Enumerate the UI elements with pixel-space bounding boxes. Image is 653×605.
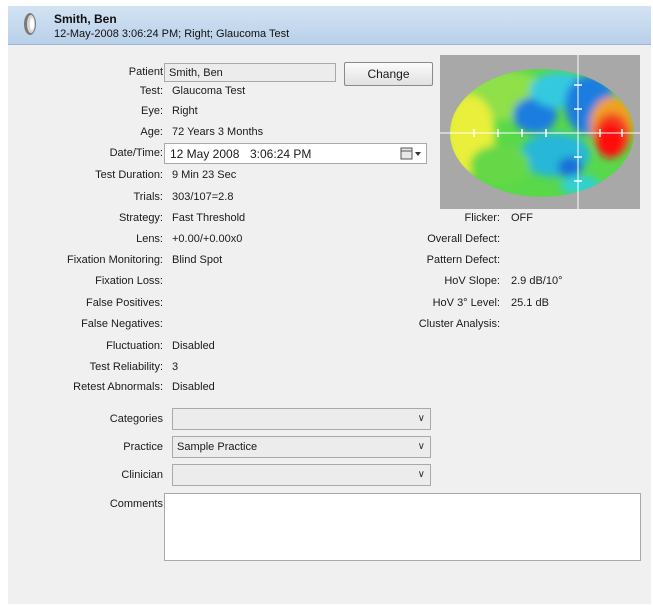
false-positives-label: False Positives: <box>85 297 163 309</box>
eye-value: Right <box>172 105 198 117</box>
practice-label: Practice <box>123 441 163 453</box>
age-label: Age: <box>140 126 163 138</box>
change-button[interactable]: Change <box>344 62 433 86</box>
visual-field-heatmap <box>440 55 640 209</box>
test-duration-value: 9 Min 23 Sec <box>172 169 237 181</box>
strategy-value: Fast Threshold <box>172 212 246 224</box>
eye-label: Eye: <box>140 105 163 117</box>
false-negatives-label: False Negatives: <box>81 318 163 330</box>
comments-label: Comments <box>109 498 163 510</box>
flicker-label: Flicker: <box>464 212 500 224</box>
patient-field: Smith, Ben <box>164 63 336 82</box>
test-summary: 12-May-2008 3:06:24 PM; Right; Glaucoma … <box>54 28 290 40</box>
cluster-analysis-label: Cluster Analysis: <box>418 318 500 330</box>
datetime-time: 3:06:24 PM <box>250 147 312 161</box>
categories-label: Categories <box>109 413 163 425</box>
hov-slope-label: HoV Slope: <box>444 275 500 287</box>
patient-name-title: Smith, Ben <box>54 12 117 26</box>
chevron-down-icon: ∨ <box>417 441 425 452</box>
pattern-defect-label: Pattern Defect: <box>426 254 500 266</box>
hov-slope-value: 2.9 dB/10° <box>511 275 563 287</box>
test-duration-label: Test Duration: <box>95 169 163 181</box>
fixation-monitoring-value: Blind Spot <box>172 254 223 266</box>
report-header: Smith, Ben 12-May-2008 3:06:24 PM; Right… <box>8 6 651 45</box>
trials-label: Trials: <box>133 191 163 203</box>
trials-value: 303/107=2.8 <box>172 191 234 203</box>
calendar-dropdown-icon[interactable] <box>400 147 422 160</box>
overall-defect-label: Overall Defect: <box>427 233 500 245</box>
datetime-label: Date/Time: <box>109 147 163 159</box>
practice-value: Sample Practice <box>177 441 258 453</box>
fluctuation-label: Fluctuation: <box>106 340 163 352</box>
patient-value: Smith, Ben <box>169 67 223 79</box>
practice-select[interactable]: Sample Practice ∨ <box>172 436 431 458</box>
comments-textarea[interactable] <box>164 493 641 561</box>
fixation-monitoring-label: Fixation Monitoring: <box>67 254 163 266</box>
patient-label: Patient <box>128 66 163 78</box>
test-value: Glaucoma Test <box>172 85 246 97</box>
datetime-date: 12 May 2008 <box>170 147 240 161</box>
retest-abnormals-value: Disabled <box>172 381 215 393</box>
test-reliability-label: Test Reliability: <box>89 361 163 373</box>
report-panel: Smith, Ben 12-May-2008 3:06:24 PM; Right… <box>8 6 651 604</box>
test-label: Test: <box>139 85 163 97</box>
retest-abnormals-label: Retest Abnormals: <box>73 381 163 393</box>
age-value: 72 Years 3 Months <box>172 126 264 138</box>
lens-label: Lens: <box>136 233 163 245</box>
flicker-value: OFF <box>511 212 533 224</box>
fixation-loss-label: Fixation Loss: <box>95 275 163 287</box>
chevron-down-icon: ∨ <box>417 413 425 424</box>
fluctuation-value: Disabled <box>172 340 215 352</box>
hov-level-value: 25.1 dB <box>511 297 549 309</box>
lens-value: +0.00/+0.00x0 <box>172 233 243 245</box>
test-reliability-value: 3 <box>172 361 179 373</box>
chevron-down-icon: ∨ <box>417 469 425 480</box>
visual-field-map <box>440 55 640 209</box>
categories-select[interactable]: ∨ <box>172 408 431 430</box>
eye-icon <box>24 13 36 35</box>
clinician-label: Clinician <box>121 469 163 481</box>
hov-level-label: HoV 3° Level: <box>432 297 500 309</box>
clinician-select[interactable]: ∨ <box>172 464 431 486</box>
strategy-label: Strategy: <box>118 212 163 224</box>
datetime-picker[interactable]: 12 May 2008 3:06:24 PM <box>164 143 427 164</box>
